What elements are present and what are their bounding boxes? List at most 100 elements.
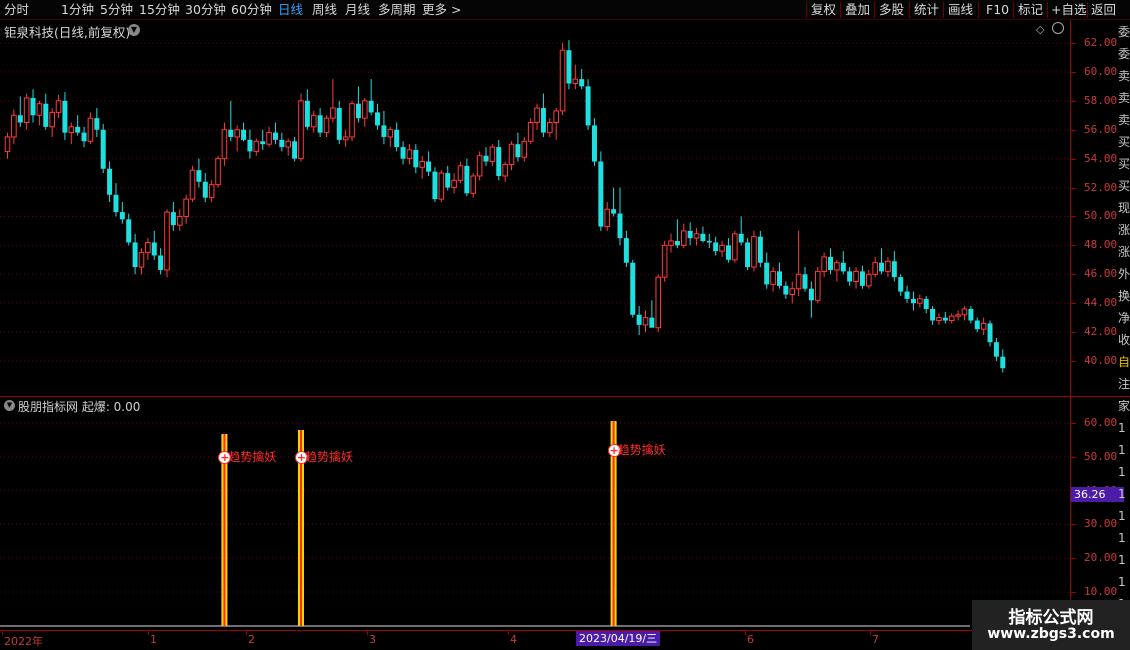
info-panel-char: 注	[1118, 377, 1130, 391]
candle	[208, 180, 215, 202]
candle-body-down	[617, 213, 623, 239]
back-button[interactable]: 返回	[1091, 2, 1116, 18]
candle-body-down	[132, 242, 138, 268]
candle	[489, 144, 496, 166]
multi-stock-button[interactable]: 多股	[879, 2, 904, 18]
period-5min[interactable]: 5分钟	[100, 2, 133, 18]
period-60min[interactable]: 60分钟	[231, 2, 272, 18]
candle	[783, 281, 789, 299]
mark-button[interactable]: 标记	[1018, 2, 1043, 18]
period-multi[interactable]: 多周期	[378, 2, 416, 18]
circle-icon[interactable]	[1052, 22, 1064, 34]
candle	[814, 267, 821, 304]
info-panel-char: 涨	[1118, 245, 1130, 259]
info-panel-char: 买	[1118, 179, 1130, 193]
info-panel-char: 1	[1118, 531, 1126, 545]
candle-body-down	[968, 308, 974, 321]
price-axis-label: 58.00	[1084, 93, 1118, 107]
candle	[406, 144, 413, 165]
date-tick	[367, 631, 368, 635]
candle	[215, 155, 221, 188]
candle	[649, 300, 655, 328]
date-label: 2	[248, 633, 255, 646]
period-30min[interactable]: 30分钟	[185, 2, 226, 18]
chevron-down-icon[interactable]: ▼	[128, 24, 140, 36]
toolbar-divider	[874, 2, 875, 18]
candle-body-down	[394, 129, 400, 148]
price-axis-tick	[1071, 303, 1076, 305]
period-daily[interactable]: 日线	[278, 2, 303, 18]
candle-body-down	[579, 79, 585, 87]
period-1min[interactable]: 1分钟	[61, 2, 94, 18]
period-weekly[interactable]: 周线	[312, 2, 337, 18]
candle-body-down	[17, 115, 23, 123]
candle-body-down	[336, 108, 342, 140]
candle	[853, 267, 859, 289]
indicator-chart[interactable]	[0, 415, 1070, 628]
fuquan-button[interactable]: 复权	[811, 2, 836, 18]
candle-body-down	[119, 212, 125, 220]
candle	[158, 248, 164, 275]
candle	[885, 256, 891, 278]
period-monthly[interactable]: 月线	[345, 2, 370, 18]
indicator-axis-label: 30.00	[1084, 517, 1118, 531]
candle	[176, 209, 183, 231]
candle	[942, 311, 948, 324]
info-panel-char: 卖	[1118, 113, 1130, 127]
info-panel-char: 1	[1118, 465, 1126, 479]
candle-body-up	[770, 270, 776, 285]
candle-body-up	[310, 114, 317, 128]
candle	[866, 269, 872, 289]
date-label: 6	[747, 633, 754, 646]
candle	[62, 92, 68, 140]
f10-button[interactable]: F10	[986, 2, 1009, 18]
chevron-down-icon[interactable]: ▼	[4, 400, 15, 411]
candle-body-up	[814, 270, 821, 301]
info-panel-char: 1	[1118, 487, 1126, 501]
candle	[553, 108, 559, 140]
candle	[49, 108, 55, 137]
candle	[661, 241, 668, 282]
candle	[323, 115, 330, 137]
candle-body-up	[680, 230, 687, 246]
info-panel-char: 外	[1118, 267, 1130, 281]
candle	[674, 219, 680, 249]
period-fenshi[interactable]: 分时	[4, 2, 29, 18]
chevron-right-icon: >	[451, 2, 462, 17]
candle-body-down	[368, 100, 374, 113]
candle-body-up	[732, 233, 738, 261]
date-axis: 2022年12345672023/04/19/三	[0, 630, 1130, 650]
candle-body-up	[55, 100, 62, 113]
candle	[808, 281, 814, 318]
candle-body-up	[298, 100, 304, 160]
candle	[872, 256, 878, 278]
period-15min[interactable]: 15分钟	[139, 2, 180, 18]
candle-body-up	[547, 122, 553, 134]
candle-body-up	[751, 236, 757, 268]
date-label: 2022年	[4, 635, 43, 648]
candle	[834, 259, 840, 282]
candle-body-up	[661, 244, 668, 278]
add-watchlist-button[interactable]: +自选	[1051, 2, 1086, 18]
candle-body-down	[636, 314, 642, 325]
candlestick-chart[interactable]	[0, 38, 1070, 396]
candle-body-down	[974, 320, 980, 330]
candle	[987, 320, 993, 347]
candle-body-down	[745, 242, 751, 268]
candle-body-up	[49, 111, 55, 128]
diamond-icon[interactable]: ◇	[1036, 23, 1044, 36]
candle	[247, 129, 253, 159]
overlay-button[interactable]: 叠加	[845, 2, 870, 18]
candle-body-down	[432, 171, 438, 200]
candle	[419, 155, 425, 179]
candle-body-up	[330, 107, 336, 119]
more-button[interactable]: 更多 >	[422, 2, 461, 18]
stock-title-bar: 钜泉科技(日线,前复权) ▼ ◇	[0, 20, 1070, 40]
candle-body-down	[808, 288, 814, 301]
draw-line-button[interactable]: 画线	[948, 2, 973, 18]
stats-button[interactable]: 统计	[914, 2, 939, 18]
candle-body-up	[138, 252, 145, 268]
info-panel-strip: 委委卖卖卖买买买现涨涨外换净收自注家111111111	[1118, 20, 1130, 630]
candle-body-up	[183, 198, 189, 217]
candle-body-down	[317, 115, 323, 133]
